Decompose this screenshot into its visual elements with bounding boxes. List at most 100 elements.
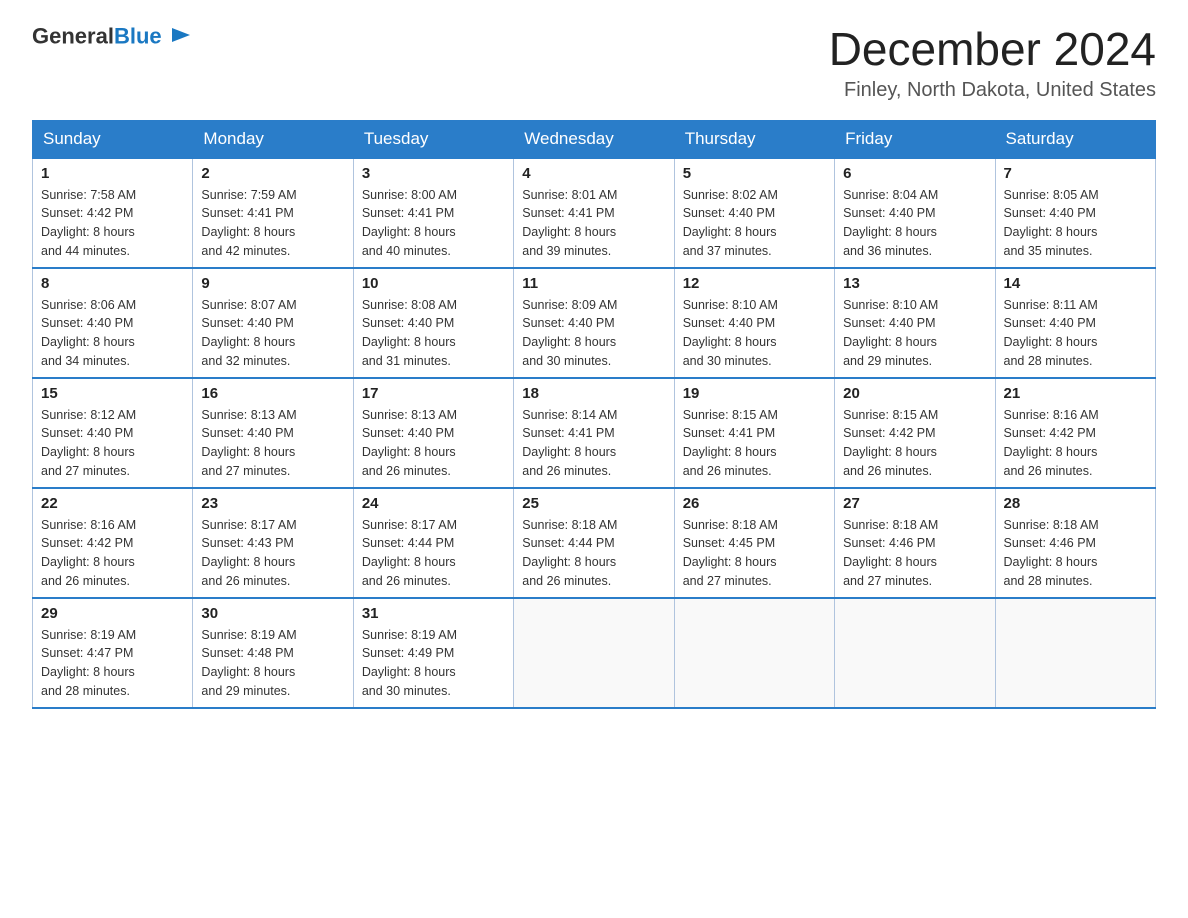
day-number: 12 [683, 275, 826, 292]
table-row: 20 Sunrise: 8:15 AM Sunset: 4:42 PM Dayl… [835, 378, 995, 488]
day-number: 23 [201, 495, 344, 512]
day-number: 10 [362, 275, 505, 292]
day-info: Sunrise: 8:13 AM Sunset: 4:40 PM Dayligh… [201, 408, 296, 478]
table-row: 3 Sunrise: 8:00 AM Sunset: 4:41 PM Dayli… [353, 158, 513, 268]
table-row: 31 Sunrise: 8:19 AM Sunset: 4:49 PM Dayl… [353, 598, 513, 708]
day-info: Sunrise: 8:02 AM Sunset: 4:40 PM Dayligh… [683, 188, 778, 258]
month-title: December 2024 [829, 24, 1156, 75]
table-row [995, 598, 1155, 708]
calendar-week-row: 29 Sunrise: 8:19 AM Sunset: 4:47 PM Dayl… [33, 598, 1156, 708]
day-info: Sunrise: 8:10 AM Sunset: 4:40 PM Dayligh… [843, 298, 938, 368]
table-row: 2 Sunrise: 7:59 AM Sunset: 4:41 PM Dayli… [193, 158, 353, 268]
day-info: Sunrise: 8:17 AM Sunset: 4:43 PM Dayligh… [201, 518, 296, 588]
calendar-table: Sunday Monday Tuesday Wednesday Thursday… [32, 120, 1156, 709]
day-number: 5 [683, 165, 826, 182]
day-number: 9 [201, 275, 344, 292]
day-info: Sunrise: 8:13 AM Sunset: 4:40 PM Dayligh… [362, 408, 457, 478]
table-row: 11 Sunrise: 8:09 AM Sunset: 4:40 PM Dayl… [514, 268, 674, 378]
table-row: 17 Sunrise: 8:13 AM Sunset: 4:40 PM Dayl… [353, 378, 513, 488]
calendar-week-row: 15 Sunrise: 8:12 AM Sunset: 4:40 PM Dayl… [33, 378, 1156, 488]
day-info: Sunrise: 8:18 AM Sunset: 4:46 PM Dayligh… [1004, 518, 1099, 588]
day-info: Sunrise: 8:18 AM Sunset: 4:46 PM Dayligh… [843, 518, 938, 588]
day-info: Sunrise: 8:19 AM Sunset: 4:48 PM Dayligh… [201, 628, 296, 698]
table-row: 18 Sunrise: 8:14 AM Sunset: 4:41 PM Dayl… [514, 378, 674, 488]
day-number: 2 [201, 165, 344, 182]
day-number: 18 [522, 385, 665, 402]
page-header: GeneralBlue December 2024 Finley, North … [32, 24, 1156, 102]
day-info: Sunrise: 8:15 AM Sunset: 4:41 PM Dayligh… [683, 408, 778, 478]
col-saturday: Saturday [995, 120, 1155, 158]
day-info: Sunrise: 8:14 AM Sunset: 4:41 PM Dayligh… [522, 408, 617, 478]
day-info: Sunrise: 8:09 AM Sunset: 4:40 PM Dayligh… [522, 298, 617, 368]
day-info: Sunrise: 8:10 AM Sunset: 4:40 PM Dayligh… [683, 298, 778, 368]
table-row: 12 Sunrise: 8:10 AM Sunset: 4:40 PM Dayl… [674, 268, 834, 378]
day-number: 15 [41, 385, 184, 402]
day-number: 25 [522, 495, 665, 512]
table-row: 1 Sunrise: 7:58 AM Sunset: 4:42 PM Dayli… [33, 158, 193, 268]
table-row: 27 Sunrise: 8:18 AM Sunset: 4:46 PM Dayl… [835, 488, 995, 598]
table-row: 13 Sunrise: 8:10 AM Sunset: 4:40 PM Dayl… [835, 268, 995, 378]
day-number: 20 [843, 385, 986, 402]
day-number: 21 [1004, 385, 1147, 402]
col-wednesday: Wednesday [514, 120, 674, 158]
day-info: Sunrise: 8:16 AM Sunset: 4:42 PM Dayligh… [1004, 408, 1099, 478]
day-info: Sunrise: 8:06 AM Sunset: 4:40 PM Dayligh… [41, 298, 136, 368]
col-tuesday: Tuesday [353, 120, 513, 158]
col-sunday: Sunday [33, 120, 193, 158]
day-number: 19 [683, 385, 826, 402]
table-row: 5 Sunrise: 8:02 AM Sunset: 4:40 PM Dayli… [674, 158, 834, 268]
day-info: Sunrise: 8:05 AM Sunset: 4:40 PM Dayligh… [1004, 188, 1099, 258]
table-row: 4 Sunrise: 8:01 AM Sunset: 4:41 PM Dayli… [514, 158, 674, 268]
day-info: Sunrise: 8:19 AM Sunset: 4:47 PM Dayligh… [41, 628, 136, 698]
day-info: Sunrise: 8:11 AM Sunset: 4:40 PM Dayligh… [1004, 298, 1098, 368]
logo[interactable]: GeneralBlue [32, 24, 192, 51]
title-block: December 2024 Finley, North Dakota, Unit… [829, 24, 1156, 102]
logo-arrow-icon [170, 24, 192, 46]
day-number: 24 [362, 495, 505, 512]
day-number: 3 [362, 165, 505, 182]
table-row: 21 Sunrise: 8:16 AM Sunset: 4:42 PM Dayl… [995, 378, 1155, 488]
day-number: 14 [1004, 275, 1147, 292]
day-number: 4 [522, 165, 665, 182]
day-number: 8 [41, 275, 184, 292]
day-info: Sunrise: 8:04 AM Sunset: 4:40 PM Dayligh… [843, 188, 938, 258]
table-row: 8 Sunrise: 8:06 AM Sunset: 4:40 PM Dayli… [33, 268, 193, 378]
day-info: Sunrise: 8:17 AM Sunset: 4:44 PM Dayligh… [362, 518, 457, 588]
table-row: 15 Sunrise: 8:12 AM Sunset: 4:40 PM Dayl… [33, 378, 193, 488]
calendar-week-row: 22 Sunrise: 8:16 AM Sunset: 4:42 PM Dayl… [33, 488, 1156, 598]
table-row [674, 598, 834, 708]
table-row [835, 598, 995, 708]
day-info: Sunrise: 8:18 AM Sunset: 4:45 PM Dayligh… [683, 518, 778, 588]
day-info: Sunrise: 8:16 AM Sunset: 4:42 PM Dayligh… [41, 518, 136, 588]
day-number: 22 [41, 495, 184, 512]
day-info: Sunrise: 8:08 AM Sunset: 4:40 PM Dayligh… [362, 298, 457, 368]
day-info: Sunrise: 7:58 AM Sunset: 4:42 PM Dayligh… [41, 188, 136, 258]
day-number: 11 [522, 275, 665, 292]
day-number: 13 [843, 275, 986, 292]
table-row: 19 Sunrise: 8:15 AM Sunset: 4:41 PM Dayl… [674, 378, 834, 488]
day-info: Sunrise: 8:01 AM Sunset: 4:41 PM Dayligh… [522, 188, 617, 258]
table-row: 30 Sunrise: 8:19 AM Sunset: 4:48 PM Dayl… [193, 598, 353, 708]
table-row: 28 Sunrise: 8:18 AM Sunset: 4:46 PM Dayl… [995, 488, 1155, 598]
day-number: 31 [362, 605, 505, 622]
col-thursday: Thursday [674, 120, 834, 158]
day-number: 16 [201, 385, 344, 402]
day-info: Sunrise: 8:18 AM Sunset: 4:44 PM Dayligh… [522, 518, 617, 588]
day-number: 29 [41, 605, 184, 622]
table-row: 25 Sunrise: 8:18 AM Sunset: 4:44 PM Dayl… [514, 488, 674, 598]
table-row: 9 Sunrise: 8:07 AM Sunset: 4:40 PM Dayli… [193, 268, 353, 378]
table-row: 22 Sunrise: 8:16 AM Sunset: 4:42 PM Dayl… [33, 488, 193, 598]
day-number: 27 [843, 495, 986, 512]
day-number: 6 [843, 165, 986, 182]
col-monday: Monday [193, 120, 353, 158]
day-info: Sunrise: 7:59 AM Sunset: 4:41 PM Dayligh… [201, 188, 296, 258]
table-row: 29 Sunrise: 8:19 AM Sunset: 4:47 PM Dayl… [33, 598, 193, 708]
table-row: 6 Sunrise: 8:04 AM Sunset: 4:40 PM Dayli… [835, 158, 995, 268]
day-number: 17 [362, 385, 505, 402]
col-friday: Friday [835, 120, 995, 158]
calendar-header-row: Sunday Monday Tuesday Wednesday Thursday… [33, 120, 1156, 158]
day-info: Sunrise: 8:00 AM Sunset: 4:41 PM Dayligh… [362, 188, 457, 258]
day-number: 26 [683, 495, 826, 512]
table-row: 23 Sunrise: 8:17 AM Sunset: 4:43 PM Dayl… [193, 488, 353, 598]
table-row: 24 Sunrise: 8:17 AM Sunset: 4:44 PM Dayl… [353, 488, 513, 598]
